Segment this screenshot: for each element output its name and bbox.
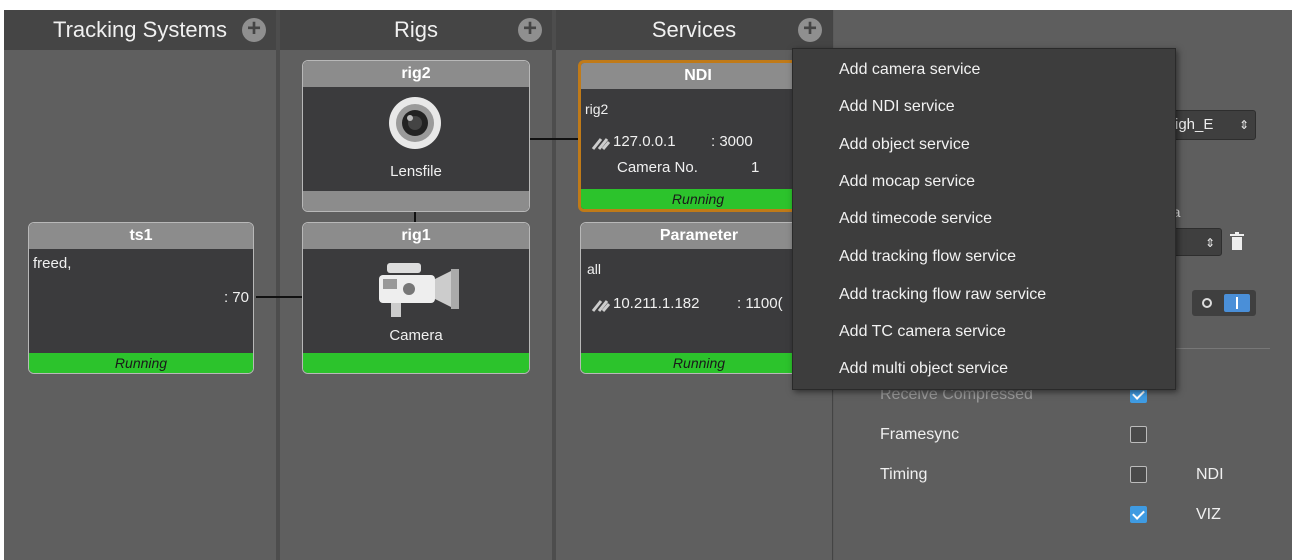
chevron-updown-icon: ⇕ [1238, 118, 1249, 132]
node-title: Parameter [581, 223, 817, 249]
menu-item-add-object-service[interactable]: Add object service [839, 136, 970, 154]
menu-item-add-tracking-flow-raw-service[interactable]: Add tracking flow raw service [839, 286, 1046, 304]
status-badge: Running [29, 353, 253, 373]
tracking-systems-header: Tracking Systems + [4, 10, 276, 50]
camera-icon [373, 259, 463, 324]
parameter-ip: 10.211.1.182 [613, 295, 700, 312]
menu-item-add-mocap-service[interactable]: Add mocap service [839, 173, 975, 191]
node-title: rig2 [303, 61, 529, 87]
ts1-node[interactable]: ts1 freed, : 70 Running [28, 222, 254, 374]
source-dropdown[interactable]: igh_E ⇕ [1168, 110, 1256, 140]
rig2-icon-label: Lensfile [390, 163, 442, 180]
services-title: Services [651, 17, 737, 42]
add-service-context-menu: Add camera service Add NDI service Add o… [792, 48, 1176, 390]
menu-item-add-camera-service[interactable]: Add camera service [839, 61, 980, 79]
timing-label: Timing [880, 466, 928, 483]
status-badge: Running [581, 353, 817, 373]
ndi-rig: rig2 [585, 101, 609, 117]
lens-icon [387, 95, 443, 156]
connection-line [530, 138, 580, 140]
rig2-node[interactable]: rig2 Lensfile [302, 60, 530, 212]
chevron-updown-icon: ⇕ [1204, 236, 1215, 250]
ndi-camera-number: 1 [751, 159, 760, 176]
rigs-header: Rigs + [280, 10, 552, 50]
link-icon [591, 135, 611, 156]
framesync-label: Framesync [880, 426, 960, 443]
menu-item-add-tracking-flow-service[interactable]: Add tracking flow service [839, 248, 1016, 266]
menu-item-add-tc-camera-service[interactable]: Add TC camera service [839, 323, 1006, 341]
parameter-service-node[interactable]: Parameter all 10.211.1.182 : 1100( Runni… [580, 222, 818, 374]
toggle-switch[interactable] [1192, 290, 1256, 316]
toggle-knob [1224, 294, 1250, 312]
timing-ndi-label: NDI [1196, 466, 1224, 483]
add-tracking-system-icon[interactable]: + [242, 17, 266, 42]
status-bar [303, 353, 529, 373]
node-title: rig1 [303, 223, 529, 249]
node-title: NDI [581, 63, 815, 89]
menu-item-add-multi-object-service[interactable]: Add multi object service [839, 360, 1008, 378]
menu-item-add-timecode-service[interactable]: Add timecode service [839, 210, 992, 228]
add-rig-icon[interactable]: + [518, 17, 542, 42]
ts1-port: : 70 [223, 289, 249, 306]
trash-icon[interactable] [1230, 232, 1244, 255]
ts1-protocol: freed, [33, 255, 72, 272]
toggle-off-icon [1202, 298, 1212, 308]
menu-item-add-ndi-service[interactable]: Add NDI service [839, 98, 955, 116]
ndi-ip: 127.0.0.1 [613, 133, 676, 150]
node-title: ts1 [29, 223, 253, 249]
viz-label: VIZ [1196, 506, 1221, 523]
rigs-title: Rigs [393, 17, 438, 42]
ndi-service-node[interactable]: NDI rig2 127.0.0.1 : 3000 Camera No. 1 R… [578, 60, 818, 212]
source-dropdown-value: igh_E [1175, 116, 1214, 133]
camera-dropdown[interactable]: ⇕ [1168, 228, 1222, 256]
add-service-icon[interactable]: + [798, 17, 822, 42]
parameter-port: : 1100( [737, 295, 783, 312]
parameter-scope: all [587, 261, 602, 277]
ndi-camera-label: Camera No. [617, 159, 698, 176]
rig1-icon-label: Camera [389, 327, 443, 344]
tracking-systems-title: Tracking Systems [52, 17, 227, 42]
rig1-node[interactable]: rig1 Camera [302, 222, 530, 374]
connection-line [256, 296, 302, 298]
timing-checkbox[interactable] [1130, 466, 1147, 483]
services-header: Services + [556, 10, 832, 50]
status-bar [303, 191, 529, 211]
link-icon [591, 297, 611, 318]
framesync-checkbox[interactable] [1130, 426, 1147, 443]
status-badge: Running [581, 189, 815, 209]
ndi-port: : 3000 [711, 133, 753, 150]
viz-checkbox[interactable] [1130, 506, 1147, 523]
